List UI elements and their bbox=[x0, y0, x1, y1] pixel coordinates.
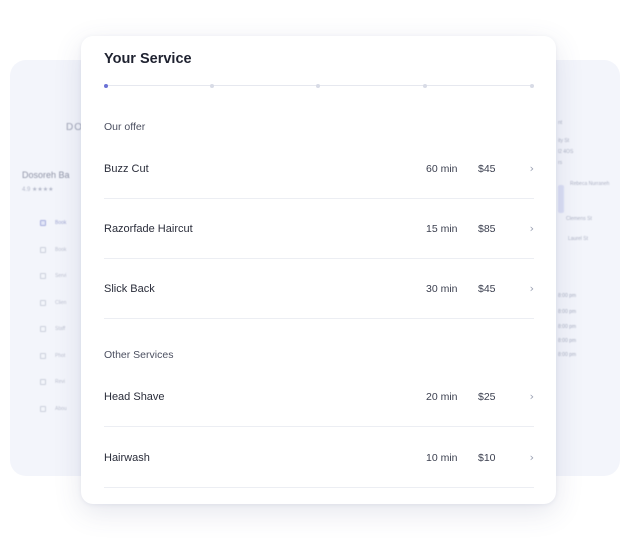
service-duration: 15 min bbox=[426, 222, 458, 235]
info-icon bbox=[40, 405, 46, 412]
chevron-right-icon: › bbox=[529, 390, 534, 403]
progress-stepper bbox=[104, 83, 534, 88]
service-price: $45 bbox=[478, 162, 496, 175]
photo-icon bbox=[40, 352, 46, 359]
chevron-right-icon: › bbox=[529, 162, 534, 175]
background-right-panel: nt ity St l2 4OS rs Rebeca Nurraneh Clem… bbox=[556, 60, 620, 360]
chevron-right-icon: › bbox=[529, 451, 534, 464]
background-map-bar bbox=[558, 185, 564, 213]
background-text: ity St bbox=[558, 138, 570, 144]
service-row-slick-back[interactable]: Slick Back 30 min $45 › bbox=[104, 259, 534, 319]
service-name: Buzz Cut bbox=[104, 162, 149, 175]
calendar-icon bbox=[40, 246, 46, 253]
service-row-buzz-cut[interactable]: Buzz Cut 60 min $45 › bbox=[104, 139, 534, 199]
background-nav-item: Clien bbox=[40, 290, 67, 317]
background-nav-item: Book bbox=[40, 210, 67, 237]
section-label-other-services: Other Services bbox=[104, 349, 174, 361]
service-price: $45 bbox=[478, 282, 496, 295]
service-duration: 20 min bbox=[426, 390, 458, 403]
chevron-right-icon: › bbox=[529, 222, 534, 235]
staff-icon bbox=[40, 326, 46, 333]
user-icon bbox=[40, 299, 46, 306]
progress-step bbox=[423, 83, 427, 88]
background-time: 8:00 pm bbox=[558, 338, 577, 344]
background-nav: Book Book Servi Clien Staff Phot Revi Ab… bbox=[40, 210, 67, 422]
background-time: 8:00 pm bbox=[558, 309, 577, 315]
background-business-name: Dosoreh Ba bbox=[22, 170, 70, 180]
background-nav-item: Phot bbox=[40, 343, 67, 370]
service-row-hairwash[interactable]: Hairwash 10 min $10 › bbox=[104, 428, 534, 488]
background-time: 8:00 pm bbox=[558, 293, 577, 299]
service-name: Hairwash bbox=[104, 451, 150, 464]
background-time: 8:00 pm bbox=[558, 352, 577, 358]
background-text: l2 4OS bbox=[558, 149, 574, 155]
service-name: Razorfade Haircut bbox=[104, 222, 193, 235]
background-legend: Rebeca Nurraneh bbox=[570, 181, 610, 187]
background-nav-item: Abou bbox=[40, 396, 67, 423]
background-time: 8:00 pm bbox=[558, 324, 577, 330]
card-title: Your Service bbox=[104, 51, 192, 67]
background-rating: 4.9 ★★★★ bbox=[22, 187, 54, 193]
service-duration: 10 min bbox=[426, 451, 458, 464]
service-card: Your Service Our offer Buzz Cut 60 min $… bbox=[81, 36, 556, 504]
service-row-head-shave[interactable]: Head Shave 20 min $25 › bbox=[104, 367, 534, 427]
background-legend: Laurel St bbox=[568, 236, 589, 242]
background-legend: Clemens St bbox=[566, 216, 592, 222]
progress-step-active bbox=[104, 83, 108, 88]
service-name: Slick Back bbox=[104, 282, 155, 295]
service-price: $85 bbox=[478, 222, 496, 235]
nav-square-icon bbox=[40, 220, 46, 227]
service-price: $25 bbox=[478, 390, 496, 403]
background-nav-item: Servi bbox=[40, 263, 67, 290]
progress-step bbox=[530, 83, 534, 88]
background-nav-item: Staff bbox=[40, 316, 67, 343]
progress-step bbox=[210, 83, 214, 88]
progress-step bbox=[316, 83, 320, 88]
service-duration: 30 min bbox=[426, 282, 458, 295]
service-row-razorfade-haircut[interactable]: Razorfade Haircut 15 min $85 › bbox=[104, 199, 534, 259]
section-label-our-offer: Our offer bbox=[104, 121, 146, 133]
background-nav-item: Book bbox=[40, 237, 67, 264]
service-duration: 60 min bbox=[426, 162, 458, 175]
star-icon bbox=[40, 379, 46, 386]
chevron-right-icon: › bbox=[529, 282, 534, 295]
background-text: rs bbox=[558, 160, 563, 166]
service-price: $10 bbox=[478, 451, 496, 464]
background-nav-item: Revi bbox=[40, 369, 67, 396]
background-text: nt bbox=[558, 120, 563, 126]
service-name: Head Shave bbox=[104, 390, 165, 403]
scissors-icon bbox=[40, 273, 46, 280]
